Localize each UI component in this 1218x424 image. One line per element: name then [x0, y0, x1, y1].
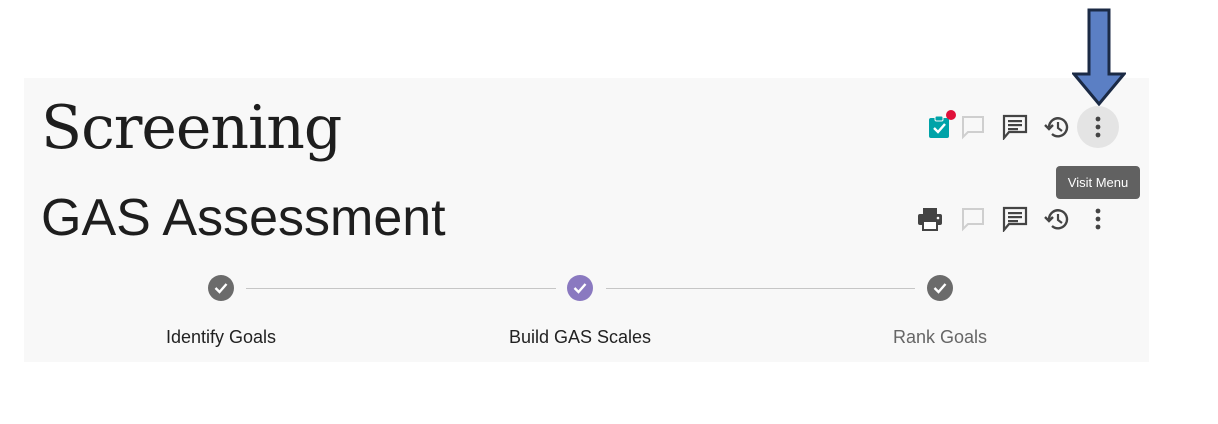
step-label-build-gas-scales[interactable]: Build GAS Scales	[480, 326, 680, 348]
history-icon[interactable]	[1040, 202, 1074, 236]
more-vert-icon[interactable]	[1081, 202, 1115, 236]
step-connector	[246, 288, 556, 289]
print-icon[interactable]	[913, 202, 947, 236]
comment-outline-icon[interactable]	[956, 202, 990, 236]
step-label-identify-goals[interactable]: Identify Goals	[121, 326, 321, 348]
tooltip: Visit Menu	[1056, 166, 1140, 199]
step-1-check-icon[interactable]	[208, 275, 234, 301]
comment-outline-icon[interactable]	[956, 110, 990, 144]
step-3-check-icon[interactable]	[927, 275, 953, 301]
step-connector	[606, 288, 915, 289]
annotation-arrow-icon	[1072, 8, 1126, 106]
step-label-rank-goals[interactable]: Rank Goals	[840, 326, 1040, 348]
notification-dot	[946, 110, 956, 120]
comments-icon[interactable]	[998, 110, 1032, 144]
assignment-check-icon[interactable]	[922, 110, 956, 144]
section-title: Screening	[41, 93, 342, 163]
step-2-check-icon[interactable]	[567, 275, 593, 301]
more-vert-icon[interactable]	[1077, 106, 1119, 148]
comments-icon[interactable]	[998, 202, 1032, 236]
history-icon[interactable]	[1040, 110, 1074, 144]
form-title: GAS Assessment	[41, 189, 446, 247]
